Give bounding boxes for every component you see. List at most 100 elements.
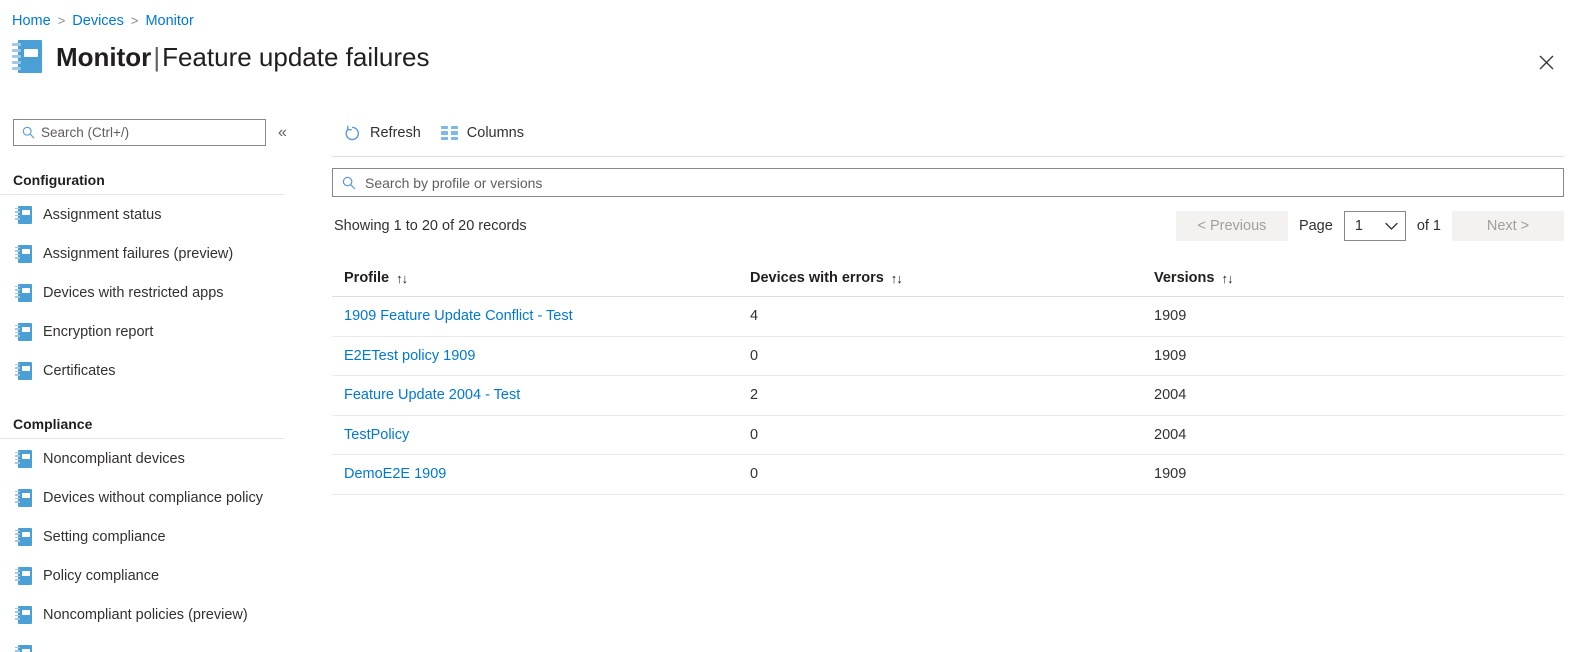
sidebar-item-label: Noncompliant policies (preview) [43,606,248,623]
report-book-icon [15,605,32,624]
cell-profile: Feature Update 2004 - Test [332,376,750,415]
report-book-icon [15,449,32,468]
cell-profile: E2ETest policy 1909 [332,337,750,376]
sort-arrows-icon: ↑↓ [396,270,408,286]
table-row: 1909 Feature Update Conflict - Test 4 19… [332,297,1564,337]
cell-profile: DemoE2E 1909 [332,455,750,494]
cell-profile: TestPolicy [332,416,750,455]
sidebar-item-certificates[interactable]: Certificates [0,351,312,390]
cell-devices-with-errors: 0 [750,466,759,483]
cell-devices-with-errors: 2 [750,387,759,404]
grid-search-box[interactable] [332,168,1564,197]
sidebar-item-label: Encryption report [43,323,154,340]
pager-row: Showing 1 to 20 of 20 records < Previous… [332,210,1564,242]
sidebar-search-input[interactable] [41,120,265,145]
table-row: TestPolicy 0 2004 [332,416,1564,455]
report-book-icon [15,644,32,652]
record-count: Showing 1 to 20 of 20 records [334,218,527,234]
table-body: 1909 Feature Update Conflict - Test 4 19… [332,297,1564,495]
command-bar: Refresh Columns [330,110,1566,156]
page-title-secondary: Feature update failures [162,41,430,72]
profile-link[interactable]: Feature Update 2004 - Test [344,387,520,403]
cell-versions: 2004 [1154,426,1187,443]
columns-button[interactable]: Columns [431,117,534,149]
toolbar-divider [332,156,1564,157]
sidebar-item-label: Certificates [43,362,116,379]
page-total-label: of 1 [1416,218,1441,234]
sidebar-section-compliance-title: Compliance [0,416,285,439]
page-header: Monitor|Feature update failures [12,40,429,73]
chevron-double-left-icon[interactable]: « [278,124,287,141]
report-book-icon [15,566,32,585]
report-book-icon [15,205,32,224]
sidebar-item-policy-compliance[interactable]: Policy compliance [0,556,312,595]
column-header-profile[interactable]: Profile ↑↓ [332,260,750,296]
columns-label: Columns [466,125,524,141]
profile-link[interactable]: E2ETest policy 1909 [344,348,475,364]
previous-page-button[interactable]: < Previous [1175,211,1288,241]
cell-versions: 1909 [1154,347,1187,364]
sidebar-item-label: Devices without compliance policy [43,489,264,506]
report-book-icon [12,40,42,73]
sidebar-item-encryption-report[interactable]: Encryption report [0,312,312,351]
sidebar-item-devices-without-compliance-policy[interactable]: Devices without compliance policy [0,478,312,517]
breadcrumb-item-home[interactable]: Home [12,11,51,31]
page-title-separator: | [153,41,161,72]
columns-icon [440,125,458,141]
main-content: Refresh Columns Showing 1 to 20 of 20 re… [330,110,1566,652]
sidebar-item-label: Assignment status [43,206,162,223]
column-header-devices-with-errors[interactable]: Devices with errors ↑↓ [750,260,1154,296]
column-header-versions[interactable]: Versions ↑↓ [1154,260,1564,296]
sidebar-item-noncompliant-devices[interactable]: Noncompliant devices [0,439,312,478]
column-header-label: Devices with errors [750,270,884,286]
sidebar-item-devices-with-restricted-apps[interactable]: Devices with restricted apps [0,273,312,312]
page-label: Page [1298,218,1333,234]
report-book-icon [15,322,32,341]
report-book-icon [15,361,32,380]
sidebar-item-noncompliant-policies-preview[interactable]: Noncompliant policies (preview) [0,595,312,634]
sort-arrows-icon: ↑↓ [890,270,903,286]
close-button[interactable] [1530,46,1562,78]
sidebar-search-box[interactable] [13,119,266,146]
cell-profile: 1909 Feature Update Conflict - Test [332,297,750,336]
report-book-icon [15,488,32,507]
close-icon [1539,55,1553,69]
refresh-button[interactable]: Refresh [334,117,431,149]
sidebar-item-assignment-failures-preview[interactable]: Assignment failures (preview) [0,234,312,273]
breadcrumb-item-devices[interactable]: Devices [72,11,124,31]
breadcrumb-separator: > [130,13,139,28]
grid-search-input[interactable] [363,169,1563,196]
table-row: Feature Update 2004 - Test 2 2004 [332,376,1564,416]
cell-devices-with-errors: 0 [750,426,759,443]
sidebar-section-configuration-title: Configuration [0,172,285,195]
refresh-label: Refresh [370,125,421,141]
profile-link[interactable]: 1909 Feature Update Conflict - Test [344,308,573,324]
page-number-select[interactable]: 1 [1343,211,1406,241]
table-row: E2ETest policy 1909 0 1909 [332,337,1564,376]
page-number-value: 1 [1354,218,1363,234]
breadcrumb-item-monitor[interactable]: Monitor [145,11,193,31]
search-icon [22,126,35,139]
cell-versions: 1909 [1154,308,1187,325]
cell-versions: 1909 [1154,466,1187,483]
sidebar-item-setting-compliance[interactable]: Setting compliance [0,517,312,556]
cell-devices-with-errors: 0 [750,347,759,364]
sidebar: « Configuration Assignment status Assign… [0,110,312,652]
report-book-icon [15,527,32,546]
refresh-icon [345,125,360,140]
cell-versions: 2004 [1154,387,1187,404]
page-title-primary: Monitor [56,41,152,72]
profile-link[interactable]: DemoE2E 1909 [344,466,446,482]
profile-link[interactable]: TestPolicy [344,427,409,443]
results-table: Profile ↑↓ Devices with errors ↑↓ Versio… [332,260,1564,495]
next-page-button[interactable]: Next > [1452,211,1564,241]
table-row: DemoE2E 1909 0 1909 [332,455,1564,495]
sidebar-item-partial[interactable] [0,634,312,652]
chevron-down-icon [1385,222,1398,230]
sort-arrows-icon: ↑↓ [1221,270,1233,286]
sidebar-item-assignment-status[interactable]: Assignment status [0,195,312,234]
column-header-label: Profile [344,270,390,286]
report-book-icon [15,244,32,263]
search-icon [342,176,356,189]
page-title: Monitor|Feature update failures [56,41,429,73]
